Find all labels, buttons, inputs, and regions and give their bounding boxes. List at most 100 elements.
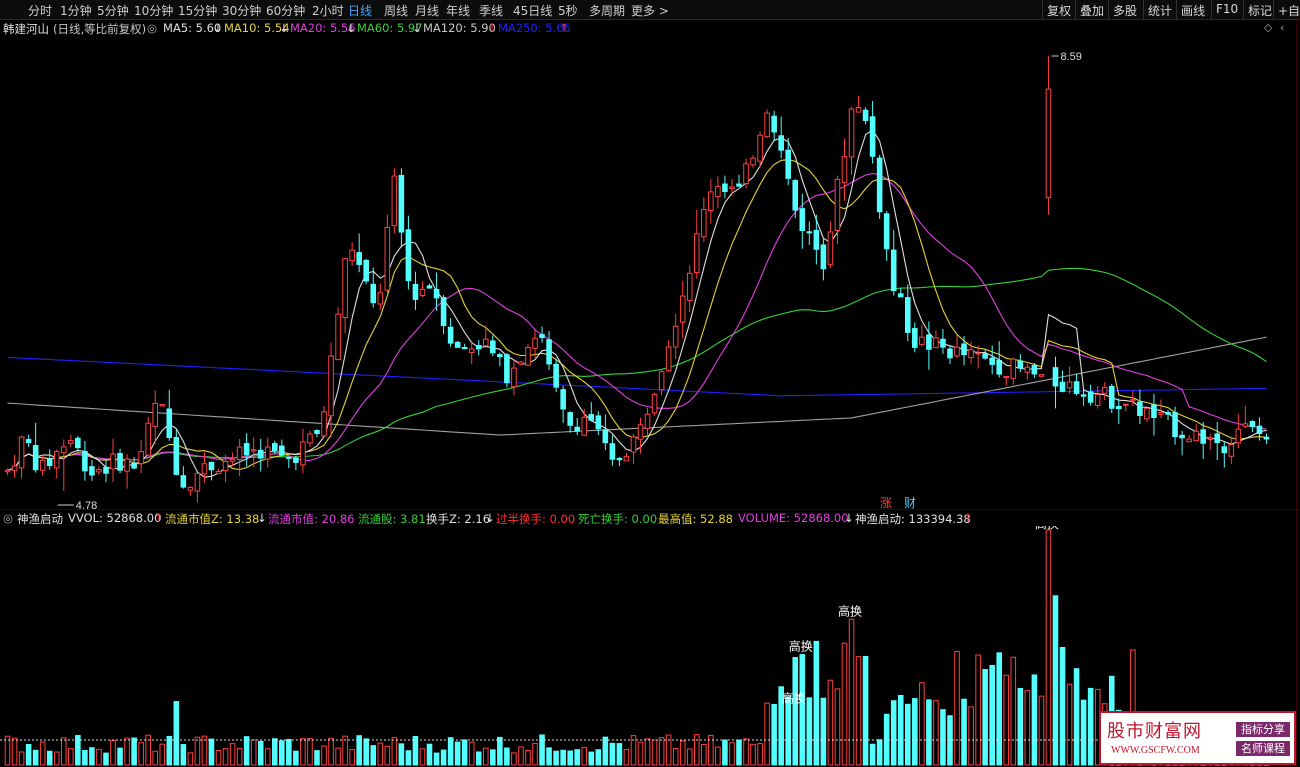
toolbar-separator [1075,0,1076,19]
volume-bar-down [271,738,278,766]
period-tab-7[interactable]: 2小时 [312,2,344,19]
volume-bar-up [321,745,327,766]
candle-up [518,361,524,365]
candle-up [194,472,201,492]
volume-bar-down [1017,688,1024,766]
candle-up [581,416,588,436]
toolbar-button-4[interactable]: 画线 [1181,2,1205,19]
candle-down [433,288,440,299]
volume-bar-down [553,750,559,766]
volume-bar-down [363,738,370,766]
period-tab-0[interactable]: 分时 [28,2,52,19]
candle-up [1130,399,1136,402]
period-tab-13[interactable]: 45日线 [513,2,552,19]
candle-down [1263,436,1270,440]
volume-bar-down [897,694,904,766]
volume-bar-up [525,750,531,766]
candle-up [264,446,271,460]
candle-down [771,115,777,133]
candle-down [799,208,806,231]
volume-bar-up [933,700,939,766]
volume-bar-up [750,743,756,766]
volume-bar-down [940,709,946,766]
diamond-icon[interactable]: ◇ [1264,21,1272,34]
stock-name[interactable]: 韩建河山 [3,21,49,37]
candle-up [68,440,74,444]
main-candlestick-chart[interactable]: 8.59 4.78 [0,36,1296,509]
period-tab-9[interactable]: 周线 [384,2,408,19]
candle-up [757,134,763,162]
volume-bar-up [349,749,355,766]
volume-bar-down [813,640,820,766]
volume-bar-up [637,741,644,766]
volume-bar-down [440,749,447,766]
candle-down [567,412,573,426]
candle-up [110,453,116,470]
volume-bar-down [89,747,95,766]
toolbar-button-0[interactable]: 复权 [1047,2,1071,19]
period-tab-1[interactable]: 1分钟 [60,2,92,19]
period-tab-11[interactable]: 年线 [446,2,470,19]
candle-down [616,457,623,461]
volume-bar-down [904,703,911,766]
period-tab-4[interactable]: 15分钟 [178,2,217,19]
candle-down [785,149,792,179]
period-tab-14[interactable]: 5秒 [558,2,578,19]
candle-up [152,402,159,427]
indicator-name[interactable]: 神渔启动 [17,511,63,527]
candle-down [440,297,447,327]
period-tab-10[interactable]: 月线 [415,2,439,19]
chevron-left-icon[interactable]: ‹ [1280,21,1284,34]
toolbar-button-3[interactable]: 统计 [1148,2,1172,19]
volume-bar-down [504,747,510,766]
toolbar-button-5[interactable]: F10 [1216,2,1238,16]
toolbar-button-2[interactable]: 多股 [1113,2,1137,19]
candle-up [637,424,644,440]
volume-bar-up [658,737,665,766]
candle-up [222,460,229,472]
candle-up [1010,358,1017,379]
period-tab-16[interactable]: 更多 > [631,2,669,19]
candle-down [996,359,1003,375]
candle-down [257,449,264,459]
volume-bar-up [715,746,721,766]
candle-up [848,108,855,158]
candle-up [708,191,714,212]
volume-bar-down [166,735,173,766]
toolbar-separator [1042,0,1043,19]
volume-bar-up [644,738,651,766]
period-tab-5[interactable]: 30分钟 [222,2,261,19]
trend-arrow-icon: ↓ [279,21,289,35]
candle-up [623,455,630,462]
volume-bar-up [152,750,159,766]
volume-bar-down [616,743,623,766]
candle-down [363,259,370,282]
volume-bar-down [405,750,412,766]
candle-up [145,422,151,456]
legend-item-0: VVOL: 52868.00 [68,511,162,525]
period-tab-12[interactable]: 季线 [479,2,503,19]
collapse-icon[interactable]: ◎ [147,21,157,35]
candle-up [1144,407,1150,420]
candle-up [159,404,166,407]
toolbar-button-7[interactable]: +自 [1278,2,1300,19]
candle-down [454,341,461,348]
period-tab-2[interactable]: 5分钟 [97,2,129,19]
volume-bar-down [475,751,482,766]
volume-bar-down [876,739,883,766]
period-tab-6[interactable]: 60分钟 [266,2,305,19]
period-tab-8[interactable]: 日线 [348,2,372,19]
volume-bar-down [131,737,137,766]
candle-up [1038,374,1045,377]
candle-up [1193,430,1199,442]
volume-bar-up [855,656,862,766]
period-tab-3[interactable]: 10分钟 [134,2,173,19]
candle-down [883,213,890,250]
period-tab-15[interactable]: 多周期 [589,2,625,19]
volume-bar-down [433,752,440,766]
toolbar-button-6[interactable]: 标记 [1248,2,1272,19]
candle-up [11,465,18,471]
collapse-icon[interactable]: ◎ [3,511,13,525]
candle-up [532,337,538,349]
toolbar-button-1[interactable]: 叠加 [1080,2,1104,19]
